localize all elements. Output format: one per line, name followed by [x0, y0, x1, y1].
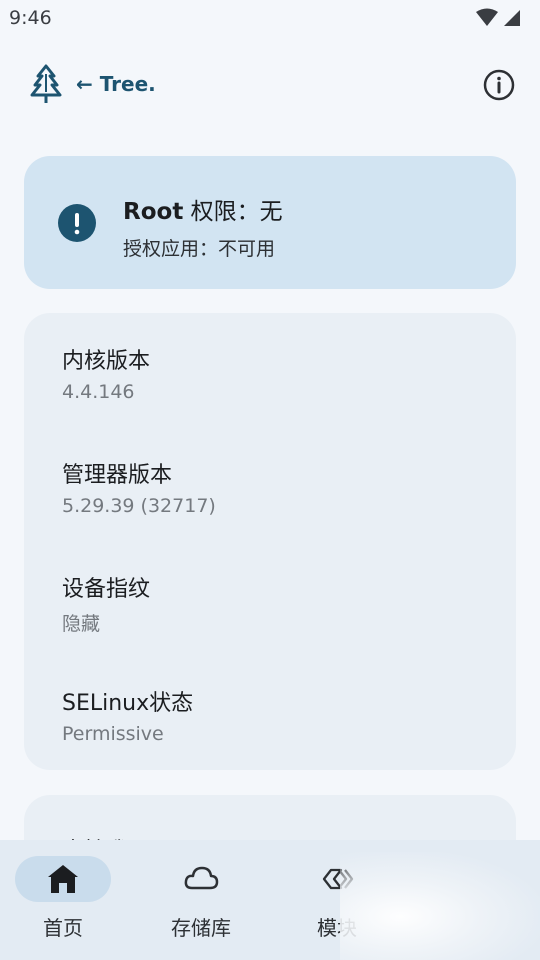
app-bar: ← Tree.	[0, 56, 540, 112]
info-item-manager-version: 管理器版本 5.29.39 (32717)	[62, 457, 216, 517]
info-value: 隐藏	[62, 613, 101, 635]
modules-icon	[322, 868, 354, 890]
home-icon	[48, 865, 78, 893]
info-value: 5.29.39 (32717)	[62, 495, 216, 517]
root-permission-text: 权限：无	[183, 199, 283, 225]
nav-item-modules[interactable]: 模块	[274, 840, 404, 960]
info-item-kernel-version: 内核版本 4.4.146	[62, 343, 150, 403]
root-status-card[interactable]: Root 权限：无 授权应用：不可用	[24, 156, 516, 289]
wifi-icon	[476, 8, 498, 26]
info-label: 内核版本	[62, 349, 151, 374]
cell-signal-icon	[504, 10, 520, 26]
nav-item-repository[interactable]: 存储库	[136, 840, 266, 960]
info-card: 内核版本 4.4.146 管理器版本 5.29.39 (32717) 设备指纹 …	[24, 313, 516, 770]
info-item-selinux-status: SELinux状态 Permissive	[62, 685, 193, 745]
nav-item-home[interactable]: 首页	[0, 840, 130, 960]
root-label: Root	[123, 199, 184, 225]
info-value: Permissive	[62, 723, 164, 745]
info-label: 管理器版本	[62, 463, 173, 488]
status-bar: 9:46	[0, 0, 540, 36]
info-item-device-fingerprint[interactable]: 设备指纹 隐藏	[62, 571, 150, 636]
bottom-nav: 首页 存储库 模块	[0, 840, 540, 960]
info-icon[interactable]	[482, 68, 516, 102]
app-title: ← Tree.	[76, 72, 156, 96]
info-value: 4.4.146	[62, 381, 135, 403]
info-label: SELinux状态	[62, 691, 194, 716]
root-status-subtitle: 授权应用：不可用	[123, 238, 276, 260]
nav-label-modules: 模块	[317, 916, 357, 940]
status-icons	[476, 8, 520, 26]
cloud-icon	[184, 866, 219, 890]
tree-icon	[30, 64, 62, 103]
info-label: 设备指纹	[62, 577, 151, 602]
status-time: 9:46	[9, 7, 52, 29]
nav-label-repository: 存储库	[171, 916, 231, 940]
alert-circle-icon	[58, 204, 96, 242]
root-status-title: Root 权限：无	[123, 192, 283, 226]
nav-label-home: 首页	[43, 916, 83, 940]
